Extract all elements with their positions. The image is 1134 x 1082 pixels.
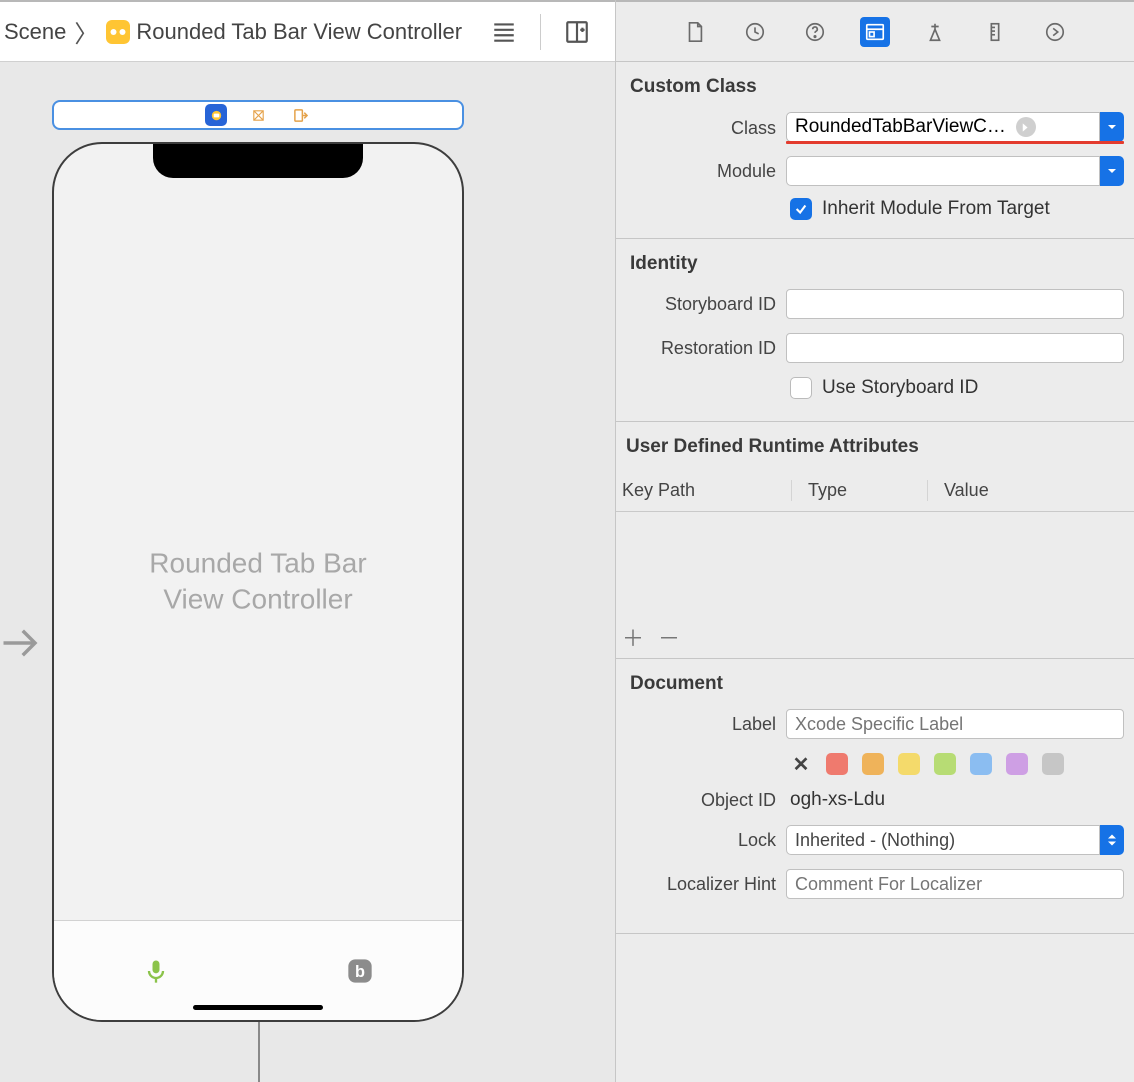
object-id-value: ogh-xs-Ldu: [786, 789, 885, 811]
class-highlight-underline: [786, 141, 1124, 144]
breadcrumb-bar: Scene 〉 Rounded Tab Bar View Controller: [0, 0, 615, 62]
identity-title: Identity: [626, 253, 1124, 275]
class-jump-icon[interactable]: [1016, 117, 1036, 137]
inspector-pane: Custom Class Class RoundedTabBarViewC…: [615, 0, 1134, 1082]
udra-table-body[interactable]: [616, 512, 1134, 620]
localizer-label: Localizer Hint: [626, 874, 776, 895]
lock-select-value: Inherited - (Nothing): [795, 830, 955, 851]
lock-select[interactable]: Inherited - (Nothing): [786, 825, 1100, 855]
toolbar-divider: [540, 14, 541, 50]
phone-placeholder-line1: Rounded Tab Bar: [95, 546, 421, 582]
breadcrumb-scene-label: Scene: [4, 19, 66, 45]
use-storyboard-id-label: Use Storyboard ID: [822, 377, 978, 399]
scene-viewcontroller-icon[interactable]: [205, 104, 227, 126]
module-field[interactable]: [786, 156, 1100, 186]
segue-connector: [258, 1022, 260, 1082]
device-notch: [153, 142, 363, 178]
size-inspector-tab[interactable]: [980, 17, 1010, 47]
udra-add-button[interactable]: ＋: [622, 626, 644, 648]
connections-inspector-tab[interactable]: [1040, 17, 1070, 47]
lock-label: Lock: [626, 830, 776, 851]
restoration-id-label: Restoration ID: [626, 338, 776, 359]
scene-exit-icon[interactable]: [289, 104, 311, 126]
use-storyboard-id-checkbox[interactable]: [790, 377, 812, 399]
udra-col-keypath[interactable]: Key Path: [622, 480, 792, 501]
storyboard-canvas[interactable]: Rounded Tab Bar View Controller b: [0, 62, 615, 1082]
scene-header[interactable]: [52, 100, 464, 130]
udra-title: User Defined Runtime Attributes: [616, 436, 1134, 458]
tab-item-mic[interactable]: [54, 957, 258, 985]
udra-controls: ＋ －: [616, 620, 1134, 658]
localizer-hint-field[interactable]: [786, 869, 1124, 899]
device-preview[interactable]: Rounded Tab Bar View Controller b: [52, 142, 464, 1022]
storyboard-id-field[interactable]: [786, 289, 1124, 319]
lock-select-stepper[interactable]: [1100, 825, 1124, 855]
inherit-module-label: Inherit Module From Target: [822, 198, 1050, 220]
color-swatch-red[interactable]: [826, 753, 848, 775]
viewcontroller-icon: [106, 20, 130, 44]
doc-label-label: Label: [626, 714, 776, 735]
custom-class-section: Custom Class Class RoundedTabBarViewC…: [616, 62, 1134, 239]
class-field-value: RoundedTabBarViewC…: [795, 116, 1006, 138]
doc-label-field[interactable]: [786, 709, 1124, 739]
class-dropdown-button[interactable]: [1100, 112, 1124, 142]
attributes-inspector-tab[interactable]: [920, 17, 950, 47]
breadcrumb-viewcontroller[interactable]: Rounded Tab Bar View Controller: [106, 19, 462, 45]
storyboard-id-label: Storyboard ID: [626, 294, 776, 315]
tab-item-b[interactable]: b: [258, 957, 462, 985]
identity-section: Identity Storyboard ID Restoration ID Us…: [616, 239, 1134, 422]
scene-container: Rounded Tab Bar View Controller b: [52, 100, 464, 1022]
udra-remove-button[interactable]: －: [658, 626, 680, 648]
outline-view-button[interactable]: [486, 14, 522, 50]
color-swatch-green[interactable]: [934, 753, 956, 775]
svg-text:b: b: [355, 962, 365, 980]
inherit-module-checkbox[interactable]: [790, 198, 812, 220]
initial-scene-arrow-icon[interactable]: [0, 622, 42, 667]
file-inspector-tab[interactable]: [680, 17, 710, 47]
color-swatch-yellow[interactable]: [898, 753, 920, 775]
restoration-id-field[interactable]: [786, 333, 1124, 363]
color-swatch-gray[interactable]: [1042, 753, 1064, 775]
module-label: Module: [626, 161, 776, 182]
breadcrumb-item-label: Rounded Tab Bar View Controller: [136, 19, 462, 45]
history-inspector-tab[interactable]: [740, 17, 770, 47]
object-id-label: Object ID: [626, 790, 776, 811]
breadcrumb-chevron-icon: 〉: [74, 14, 98, 49]
identity-inspector-tab[interactable]: [860, 17, 890, 47]
label-color-swatches: ✕: [626, 753, 1124, 775]
udra-table-header: Key Path Type Value: [616, 472, 1134, 512]
udra-col-value[interactable]: Value: [944, 480, 1009, 501]
canvas-pane: Scene 〉 Rounded Tab Bar View Controller: [0, 0, 615, 1082]
udra-col-type[interactable]: Type: [808, 480, 928, 501]
phone-placeholder: Rounded Tab Bar View Controller: [95, 546, 421, 619]
breadcrumb-scene[interactable]: Scene: [4, 19, 66, 45]
document-section: Document Label ✕ Object ID ogh-xs-Ldu Lo…: [616, 659, 1134, 934]
color-swatch-none[interactable]: ✕: [790, 753, 812, 775]
help-inspector-tab[interactable]: [800, 17, 830, 47]
custom-class-title: Custom Class: [626, 76, 1124, 98]
document-title: Document: [626, 673, 1124, 695]
class-field[interactable]: RoundedTabBarViewC…: [786, 112, 1100, 142]
module-dropdown-button[interactable]: [1100, 156, 1124, 186]
color-swatch-purple[interactable]: [1006, 753, 1028, 775]
breadcrumb-actions: [486, 14, 611, 50]
scene-first-responder-icon[interactable]: [247, 104, 269, 126]
add-editor-button[interactable]: [559, 14, 595, 50]
phone-placeholder-line2: View Controller: [95, 582, 421, 618]
home-indicator: [193, 1005, 323, 1010]
color-swatch-blue[interactable]: [970, 753, 992, 775]
udra-section: User Defined Runtime Attributes Key Path…: [616, 422, 1134, 659]
inspector-toolbar: [616, 0, 1134, 62]
class-label: Class: [626, 118, 776, 139]
color-swatch-orange[interactable]: [862, 753, 884, 775]
